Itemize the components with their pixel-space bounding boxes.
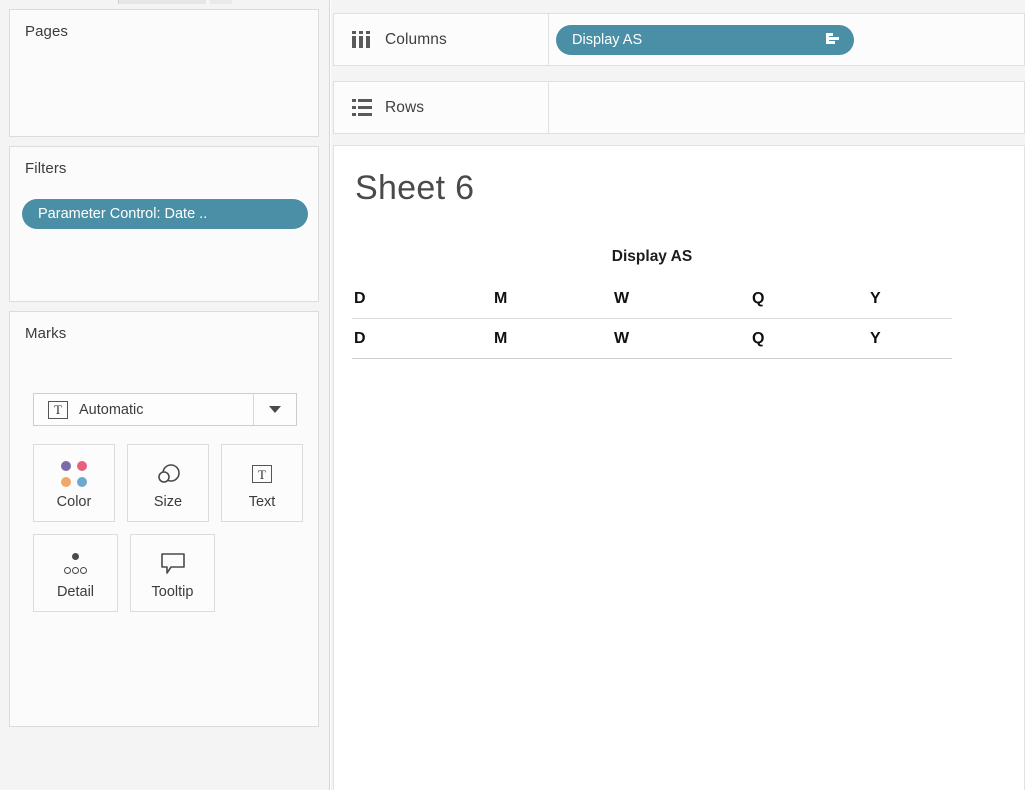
- shelf-sidebar: Pages Filters Parameter Control: Date ..…: [0, 0, 330, 790]
- marks-button-row-1: Color Size T Text: [33, 444, 303, 522]
- viz-field-header: Display AS: [611, 248, 693, 265]
- viz-header-cell: D: [354, 289, 366, 307]
- rows-shelf-label-box: Rows: [334, 82, 549, 133]
- filter-pill-label: Parameter Control: Date ..: [38, 206, 208, 222]
- columns-shelf-label: Columns: [385, 30, 447, 48]
- tooltip-bubble-icon: [159, 549, 187, 579]
- marks-card[interactable]: Marks T Automatic Color Size T Text Deta…: [9, 311, 319, 727]
- viz-data-cell: M: [494, 329, 508, 347]
- color-palette-icon: [61, 459, 87, 489]
- chevron-down-icon[interactable]: [253, 394, 296, 425]
- mark-type-selector[interactable]: T Automatic: [33, 393, 297, 426]
- text-box-icon: T: [252, 459, 272, 489]
- marks-detail-label: Detail: [56, 584, 95, 600]
- detail-dots-icon: [62, 549, 90, 579]
- marks-button-row-2: Detail Tooltip: [33, 534, 303, 612]
- columns-shelf[interactable]: Columns Display AS: [333, 13, 1025, 66]
- marks-tooltip-button[interactable]: Tooltip: [130, 534, 215, 612]
- columns-icon: [352, 31, 372, 48]
- columns-pill-label: Display AS: [572, 31, 643, 48]
- marks-button-grid: Color Size T Text Detail Tooltip: [33, 444, 303, 612]
- filters-card[interactable]: Filters Parameter Control: Date ..: [9, 146, 319, 302]
- columns-pill-display-as[interactable]: Display AS: [556, 24, 854, 55]
- filters-card-title: Filters: [25, 160, 67, 177]
- size-circles-icon: [153, 459, 183, 489]
- rows-shelf-dropzone[interactable]: [549, 82, 1024, 133]
- marks-size-button[interactable]: Size: [127, 444, 209, 522]
- marks-text-label: Text: [248, 494, 276, 510]
- marks-card-title: Marks: [25, 325, 67, 342]
- viz-header-cell: Q: [752, 289, 765, 307]
- tableau-worksheet-window: Pages Filters Parameter Control: Date ..…: [0, 0, 1025, 790]
- viz-header-row: D M W Q Y: [352, 279, 952, 319]
- marks-detail-button[interactable]: Detail: [33, 534, 118, 612]
- marks-color-button[interactable]: Color: [33, 444, 115, 522]
- rows-shelf-label: Rows: [385, 98, 425, 116]
- mark-type-label: Automatic: [79, 401, 144, 418]
- viz-data-cell: D: [354, 329, 366, 347]
- columns-shelf-dropzone[interactable]: Display AS: [549, 14, 1024, 65]
- viz-header-cell: Y: [870, 289, 881, 307]
- worksheet-area: Columns Display AS Rows Sheet 6 Display …: [331, 0, 1025, 790]
- viz-data-cell: W: [614, 329, 630, 347]
- viz-table: Display AS D M W Q Y D M W Q Y: [352, 248, 972, 359]
- discrete-bars-icon: [826, 32, 842, 47]
- top-partial-toolbar-sliver: [118, 0, 206, 4]
- page-title: Sheet 6: [355, 169, 475, 207]
- marks-size-label: Size: [153, 494, 183, 510]
- viz-header-cell: W: [614, 289, 630, 307]
- marks-tooltip-label: Tooltip: [151, 584, 194, 600]
- filter-pill-parameter-control-date[interactable]: Parameter Control: Date ..: [22, 199, 308, 229]
- pages-card-title: Pages: [25, 23, 69, 40]
- table-row: D M W Q Y: [352, 319, 952, 359]
- worksheet-canvas[interactable]: Sheet 6 Display AS D M W Q Y D M W Q Y: [333, 145, 1025, 790]
- text-mark-icon: T: [48, 400, 68, 419]
- viz-data-cell: Q: [752, 329, 765, 347]
- marks-color-label: Color: [56, 494, 92, 510]
- top-partial-toolbar-sliver-2: [210, 0, 232, 4]
- viz-data-cell: Y: [870, 329, 881, 347]
- pages-card[interactable]: Pages: [9, 9, 319, 137]
- viz-header-cell: M: [494, 289, 508, 307]
- rows-shelf[interactable]: Rows: [333, 81, 1025, 134]
- marks-text-button[interactable]: T Text: [221, 444, 303, 522]
- columns-shelf-label-box: Columns: [334, 14, 549, 65]
- rows-icon: [352, 99, 372, 116]
